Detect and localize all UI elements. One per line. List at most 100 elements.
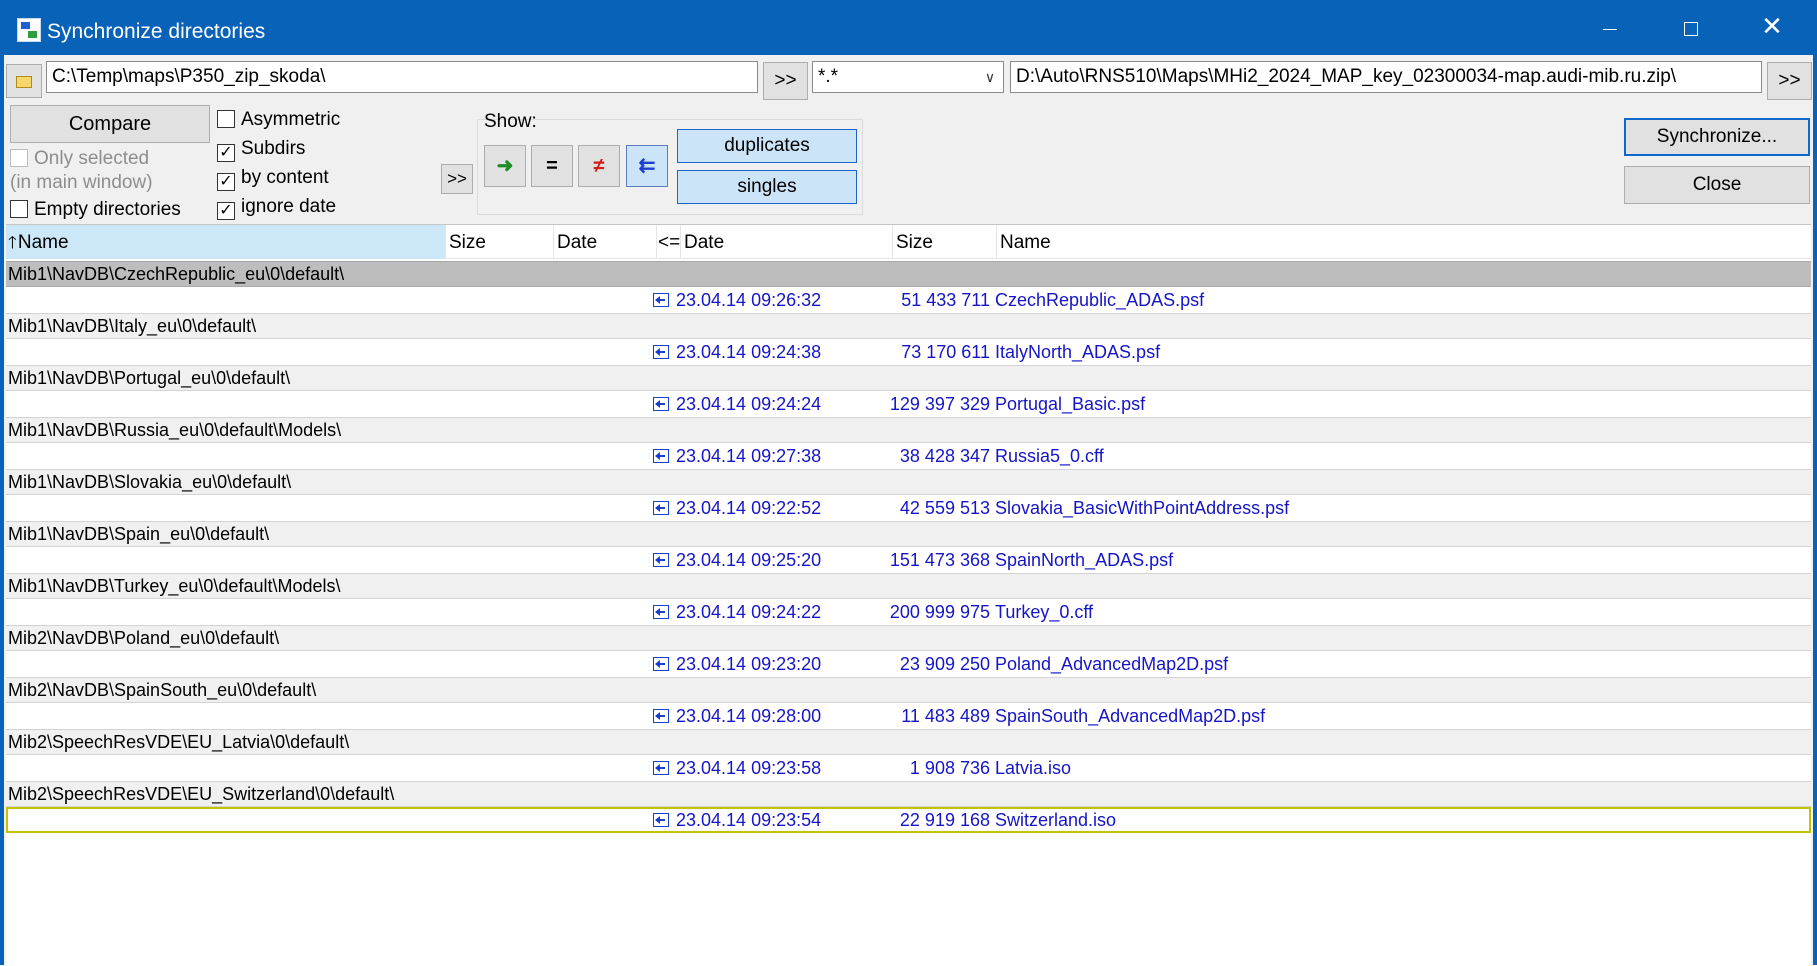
file-date: 23.04.14 09:22:52 xyxy=(676,498,822,518)
file-name: Slovakia_BasicWithPointAddress.psf xyxy=(995,498,1290,518)
ignore-date-label: ignore date xyxy=(241,196,337,217)
column-header-date-right[interactable]: Date xyxy=(681,225,893,259)
by-content-label: by content xyxy=(241,167,329,188)
directory-row[interactable]: Mib2\NavDB\SpainSouth_eu\0\default\ xyxy=(6,677,1811,703)
singles-toggle[interactable]: singles xyxy=(677,170,857,204)
checkbox-box[interactable] xyxy=(10,200,28,218)
directory-row[interactable]: Mib1\NavDB\Portugal_eu\0\default\ xyxy=(6,365,1811,391)
copy-left-icon[interactable] xyxy=(653,397,669,411)
table-body: Mib1\NavDB\CzechRepublic_eu\0\default\ 23… xyxy=(6,261,1811,966)
right-path-input[interactable]: D:\Auto\RNS510\Maps\MHi2_2024_MAP_key_02… xyxy=(1010,61,1762,93)
file-row[interactable]: 23.04.14 09:23:58 1 908 736 Latvia.iso xyxy=(6,755,1811,781)
duplicates-toggle[interactable]: duplicates xyxy=(677,129,857,163)
only-selected-label: Only selected xyxy=(34,148,150,169)
copy-left-icon[interactable] xyxy=(653,501,669,515)
file-size: 1 908 736 xyxy=(909,758,990,778)
file-name: Poland_AdvancedMap2D.psf xyxy=(995,654,1229,674)
copy-left-icon[interactable] xyxy=(653,345,669,359)
directory-row[interactable]: Mib2\SpeechResVDE\EU_Latvia\0\default\ xyxy=(6,729,1811,755)
by-content-checkbox[interactable]: ✓ by content xyxy=(217,165,329,191)
checkbox-checked[interactable]: ✓ xyxy=(217,202,235,220)
file-row[interactable]: 23.04.14 09:25:20 151 473 368 SpainNorth_A… xyxy=(6,547,1811,573)
copy-left-icon[interactable] xyxy=(653,813,669,827)
directory-row[interactable]: Mib1\NavDB\Russia_eu\0\default\Models\ xyxy=(6,417,1811,443)
column-header-name-left[interactable]: 🡑Name xyxy=(6,225,446,259)
file-row[interactable]: 23.04.14 09:24:22 200 999 975 Turkey_0.cff xyxy=(6,599,1811,625)
subdirs-label: Subdirs xyxy=(241,138,306,159)
checkbox-checked[interactable]: ✓ xyxy=(217,173,235,191)
equal-icon: = xyxy=(546,155,558,177)
file-size: 51 433 711 xyxy=(901,290,990,310)
comparison-table[interactable]: 🡑Name Size Date <= Date Size Name Mib1\N… xyxy=(6,224,1811,965)
file-date: 23.04.14 09:23:58 xyxy=(676,758,822,778)
only-selected-checkbox[interactable]: Only selected xyxy=(10,146,149,172)
sync-app-icon xyxy=(17,18,41,42)
file-row[interactable]: 23.04.14 09:23:54 22 919 168 Switzerland.i… xyxy=(6,807,1811,833)
copy-left-icon[interactable] xyxy=(653,605,669,619)
maximize-button[interactable] xyxy=(1651,0,1731,55)
checkbox-checked[interactable]: ✓ xyxy=(217,144,235,162)
minimize-button[interactable] xyxy=(1570,0,1650,55)
column-header-date-left[interactable]: Date xyxy=(554,225,657,259)
file-date: 23.04.14 09:27:38 xyxy=(676,446,822,466)
not-equal-icon: ≠ xyxy=(593,155,605,177)
show-equal-button[interactable]: = xyxy=(531,145,573,187)
more-options-button[interactable]: >> xyxy=(441,164,473,194)
file-size: 11 483 489 xyxy=(901,706,990,726)
compare-button[interactable]: Compare xyxy=(10,105,210,143)
file-row[interactable]: 23.04.14 09:22:52 42 559 513 Slovakia_Basi… xyxy=(6,495,1811,521)
directory-row[interactable]: Mib1\NavDB\Turkey_eu\0\default\Models\ xyxy=(6,573,1811,599)
file-filter-select[interactable]: *.* xyxy=(812,61,1004,93)
chevron-down-icon[interactable]: ∨ xyxy=(980,61,1000,93)
file-name: Switzerland.iso xyxy=(995,810,1117,830)
maximize-icon xyxy=(1684,22,1698,37)
left-path-input[interactable]: C:\Temp\maps\P350_zip_skoda\ xyxy=(46,61,758,93)
subdirs-checkbox[interactable]: ✓ Subdirs xyxy=(217,136,305,162)
file-row[interactable]: 23.04.14 09:24:24 129 397 329 Portugal_Bas… xyxy=(6,391,1811,417)
file-name: Turkey_0.cff xyxy=(995,602,1094,622)
show-different-button[interactable]: ≠ xyxy=(578,145,620,187)
copy-left-icon[interactable] xyxy=(653,293,669,307)
directory-row[interactable]: Mib2\SpeechResVDE\EU_Switzerland\0\defau… xyxy=(6,781,1811,807)
directory-path: Mib1\NavDB\Italy_eu\0\default\ xyxy=(8,316,257,336)
asymmetric-checkbox[interactable]: Asymmetric xyxy=(217,107,340,133)
file-row[interactable]: 23.04.14 09:23:20 23 909 250 Poland_Advanc… xyxy=(6,651,1811,677)
file-name: ItalyNorth_ADAS.psf xyxy=(995,342,1161,362)
file-date: 23.04.14 09:23:54 xyxy=(676,810,822,830)
directory-path: Mib1\NavDB\Russia_eu\0\default\Models\ xyxy=(8,420,342,440)
close-button[interactable]: Close xyxy=(1624,166,1810,204)
file-row[interactable]: 23.04.14 09:27:38 38 428 347 Russia5_0.cff xyxy=(6,443,1811,469)
file-row[interactable]: 23.04.14 09:24:38 73 170 611 ItalyNorth_AD… xyxy=(6,339,1811,365)
directory-row[interactable]: Mib2\NavDB\Poland_eu\0\default\ xyxy=(6,625,1811,651)
file-row[interactable]: 23.04.14 09:28:00 11 483 489 SpainSouth_Ad… xyxy=(6,703,1811,729)
copy-left-icon[interactable] xyxy=(653,709,669,723)
right-path-history-button[interactable]: >> xyxy=(1767,62,1812,100)
close-window-button[interactable]: ✕ xyxy=(1732,0,1812,55)
column-header-size-left[interactable]: Size xyxy=(446,225,554,259)
left-path-history-button[interactable]: >> xyxy=(763,62,808,100)
directory-row[interactable]: Mib1\NavDB\Spain_eu\0\default\ xyxy=(6,521,1811,547)
column-header-compare[interactable]: <= xyxy=(657,225,681,259)
copy-left-icon[interactable] xyxy=(653,657,669,671)
copy-left-icon[interactable] xyxy=(653,553,669,567)
title-bar[interactable]: Synchronize directories ✕ xyxy=(0,0,1817,55)
column-header-name-right[interactable]: Name xyxy=(997,225,1811,259)
copy-left-icon[interactable] xyxy=(653,449,669,463)
checkbox-box[interactable] xyxy=(10,149,28,167)
copy-left-icon[interactable] xyxy=(653,761,669,775)
directory-row[interactable]: Mib1\NavDB\Slovakia_eu\0\default\ xyxy=(6,469,1811,495)
browse-folder-button[interactable] xyxy=(6,64,42,98)
file-size: 23 909 250 xyxy=(899,654,990,674)
column-header-size-right[interactable]: Size xyxy=(893,225,997,259)
show-right-newer-button[interactable]: ➜ xyxy=(484,145,526,187)
ignore-date-checkbox[interactable]: ✓ ignore date xyxy=(217,194,336,220)
directory-row[interactable]: Mib1\NavDB\Italy_eu\0\default\ xyxy=(6,313,1811,339)
directory-path: Mib1\NavDB\Turkey_eu\0\default\Models\ xyxy=(8,576,341,596)
show-left-newer-button[interactable]: ⇇ xyxy=(626,145,668,187)
directory-path: Mib2\SpeechResVDE\EU_Latvia\0\default\ xyxy=(8,732,350,752)
synchronize-button[interactable]: Synchronize... xyxy=(1624,118,1810,156)
empty-directories-checkbox[interactable]: Empty directories xyxy=(10,197,181,223)
checkbox-box[interactable] xyxy=(217,110,235,128)
directory-row[interactable]: Mib1\NavDB\CzechRepublic_eu\0\default\ xyxy=(6,261,1811,287)
file-row[interactable]: 23.04.14 09:26:32 51 433 711 CzechRepublic… xyxy=(6,287,1811,313)
